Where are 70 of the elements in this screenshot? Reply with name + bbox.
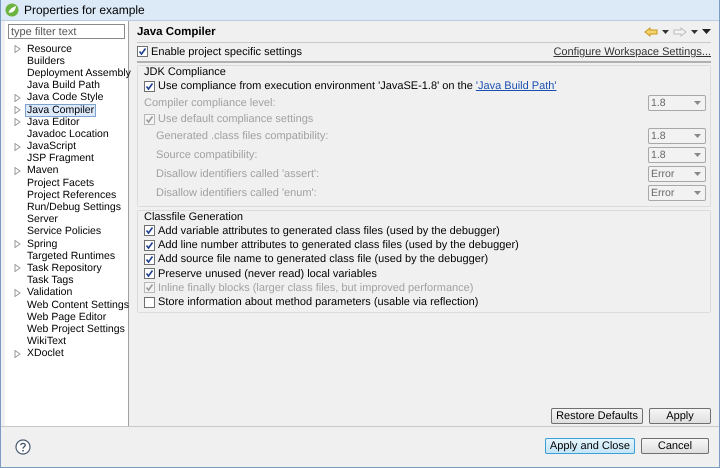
field-label: Source compatibility:	[156, 149, 258, 162]
field-label: Disallow identifiers called 'enum':	[156, 187, 317, 200]
checkbox[interactable]	[144, 80, 155, 92]
tree-item[interactable]: Java Build Path	[25, 79, 102, 92]
checkbox-label: Use default compliance settings	[158, 113, 314, 126]
checkbox-label: Store information about method parameters (usable via reflection)	[158, 296, 478, 308]
checkbox[interactable]	[137, 46, 148, 58]
checkbox[interactable]	[144, 254, 155, 265]
checkbox-label: Preserve unused (never read) local variables	[158, 268, 377, 280]
caret-icon	[694, 100, 701, 105]
tree-item[interactable]: WikiText	[25, 335, 68, 348]
cancel-button[interactable]: Cancel	[641, 438, 709, 454]
tree-item[interactable]: Resource	[25, 42, 74, 56]
checkbox-label: Use compliance from execution environment 'JavaSE-1.8' on the 'Java Build Path'	[158, 80, 557, 92]
tree-item[interactable]: Task Repository	[25, 262, 104, 275]
tree-item[interactable]: Javadoc Location	[25, 128, 111, 141]
link[interactable]: 'Java Build Path'	[476, 80, 557, 92]
tree-item[interactable]: Deployment Assembly	[25, 66, 133, 80]
tree-item[interactable]: Web Content Settings	[25, 298, 131, 312]
field-label: Generated .class files compatibility:	[156, 130, 328, 142]
caret-icon	[662, 30, 669, 34]
checkbox-label: Add source file name to generated class file (used by the debugger)	[158, 253, 488, 266]
tree-item[interactable]: Builders	[25, 54, 67, 68]
tree-item[interactable]: Maven	[25, 164, 61, 178]
back-arrow-icon	[644, 26, 658, 36]
tree-item[interactable]: Project References	[25, 188, 118, 202]
group-title: JDK Compliance	[144, 66, 227, 79]
checkbox[interactable]	[144, 268, 155, 280]
tree-item[interactable]: Service Policies	[25, 225, 104, 238]
filter-field[interactable]: type filter text	[8, 24, 125, 39]
caret-icon	[694, 191, 701, 196]
forward-arrow-icon	[673, 26, 687, 36]
checkbox-label: Add line number attributes to generated class files (used by the debugger)	[158, 239, 519, 252]
tree-item[interactable]: Java Compiler	[25, 104, 96, 117]
tree-item[interactable]: Web Project Settings	[25, 322, 127, 336]
restore-defaults-button[interactable]: Restore Defaults	[551, 408, 643, 424]
configure-link[interactable]: Configure Workspace Settings...	[553, 46, 711, 58]
tree-item[interactable]: Targeted Runtimes	[25, 250, 118, 263]
caret-icon	[694, 134, 701, 138]
help-icon[interactable]	[15, 439, 31, 455]
tree-item[interactable]: Java Editor	[25, 116, 82, 129]
checkbox[interactable]	[144, 225, 155, 236]
tree-item[interactable]: JSP Fragment	[25, 152, 96, 166]
tree-item[interactable]: Spring	[25, 238, 60, 251]
page-title: Java Compiler	[137, 26, 216, 38]
leaf-logo-icon	[5, 3, 19, 17]
caret-icon	[694, 153, 701, 158]
tree-item[interactable]: Task Tags	[25, 274, 76, 288]
tree-item[interactable]: Server	[25, 213, 60, 226]
apply-and-close-button[interactable]: Apply and Close	[544, 438, 635, 454]
tree-item[interactable]: JavaScript	[25, 140, 78, 154]
caret-icon	[691, 30, 698, 34]
checkbox[interactable]	[144, 240, 155, 251]
tree-item[interactable]: Web Page Editor	[25, 310, 108, 324]
field-label: Disallow identifiers called 'assert':	[156, 168, 320, 180]
tree-item[interactable]: Project Facets	[25, 176, 96, 190]
apply-button[interactable]: Apply	[649, 408, 711, 424]
tree-item[interactable]: Run/Debug Settings	[25, 201, 123, 214]
window-title: Properties for example	[24, 3, 145, 17]
menu-caret-icon	[702, 29, 711, 34]
tree-item[interactable]: Java Code Style	[25, 91, 106, 104]
tree-item[interactable]: Validation	[25, 286, 74, 300]
checkbox[interactable]	[144, 296, 155, 308]
checkbox-label: Inline finally blocks (larger class files, but improved performance)	[158, 282, 474, 294]
tree-item[interactable]: XDoclet	[25, 347, 66, 360]
group-title: Classfile Generation	[144, 210, 244, 224]
field-label: Compiler compliance level:	[144, 96, 276, 109]
caret-icon	[694, 172, 701, 176]
checkbox-label: Enable project specific settings	[151, 46, 302, 58]
checkbox-label: Add variable attributes to generated class files (used by the debugger)	[158, 224, 500, 237]
